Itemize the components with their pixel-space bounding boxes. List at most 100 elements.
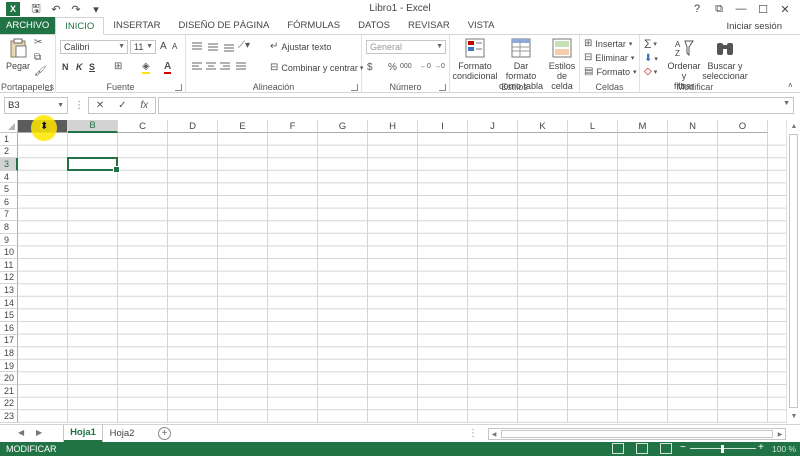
italic-button[interactable]: K bbox=[76, 62, 83, 72]
percent-button[interactable]: % bbox=[388, 62, 397, 73]
row-header-21[interactable]: 21 bbox=[0, 385, 18, 398]
scroll-down-icon[interactable]: ▼ bbox=[787, 410, 800, 423]
undo-icon[interactable]: ↶ bbox=[48, 2, 64, 16]
clipboard-launcher-icon[interactable] bbox=[45, 84, 52, 91]
row-header-22[interactable]: 22 bbox=[0, 397, 18, 411]
active-cell[interactable] bbox=[67, 157, 120, 173]
row-header-11[interactable]: 11 bbox=[0, 259, 18, 272]
column-header-d[interactable]: D bbox=[168, 120, 218, 133]
tab-split-handle[interactable]: ⋮ bbox=[468, 428, 478, 439]
normal-view-icon[interactable] bbox=[612, 443, 624, 454]
row-header-8[interactable]: 8 bbox=[0, 221, 18, 234]
row-header-23[interactable]: 23 bbox=[0, 410, 18, 423]
underline-button[interactable]: S bbox=[89, 62, 95, 72]
collapse-ribbon-icon[interactable]: ˄ bbox=[788, 81, 793, 90]
horizontal-scroll-thumb[interactable] bbox=[501, 430, 773, 438]
ribbon-display-options-icon[interactable]: ⧉ bbox=[708, 0, 730, 18]
orientation-button[interactable]: ⟋▾ bbox=[238, 40, 250, 51]
format-painter-button[interactable]: 🖌 bbox=[34, 66, 47, 77]
row-header-13[interactable]: 13 bbox=[0, 284, 18, 297]
vertical-scrollbar[interactable]: ▲ ▼ bbox=[786, 120, 800, 423]
currency-button[interactable]: $ bbox=[367, 62, 373, 73]
decrease-decimal-button[interactable]: →0 bbox=[434, 63, 445, 70]
row-header-19[interactable]: 19 bbox=[0, 359, 18, 373]
row-header-5[interactable]: 5 bbox=[0, 183, 18, 196]
customize-qat-icon[interactable]: ▾ bbox=[88, 2, 104, 16]
font-color-button[interactable]: A bbox=[164, 61, 172, 74]
autosum-button[interactable]: Σ ▾ bbox=[644, 37, 657, 51]
tab-inicio[interactable]: INICIO bbox=[55, 17, 105, 35]
sheet-prev-icon[interactable]: ◀ bbox=[18, 428, 24, 437]
tab-insertar[interactable]: INSERTAR bbox=[104, 17, 169, 34]
conditional-format-button[interactable]: Formato condicional bbox=[452, 37, 498, 81]
select-all-corner[interactable] bbox=[0, 120, 18, 133]
help-icon[interactable]: ? bbox=[686, 0, 708, 18]
column-header-c[interactable]: C bbox=[118, 120, 168, 133]
comma-style-button[interactable]: 000 bbox=[400, 63, 412, 70]
add-sheet-icon[interactable]: + bbox=[158, 427, 171, 440]
font-launcher-icon[interactable] bbox=[175, 84, 182, 91]
row-header-14[interactable]: 14 bbox=[0, 296, 18, 310]
merge-center-button[interactable]: ⊟ Combinar y centrar ▾ bbox=[270, 62, 363, 73]
grow-font-button[interactable]: A bbox=[160, 41, 167, 52]
column-header-n[interactable]: N bbox=[668, 120, 718, 133]
tab-diseno-pagina[interactable]: DISEÑO DE PÁGINA bbox=[170, 17, 279, 34]
column-header-f[interactable]: F bbox=[268, 120, 318, 133]
delete-cells-button[interactable]: ⊟ Eliminar ▾ bbox=[584, 52, 634, 63]
insert-function-icon[interactable]: fx bbox=[140, 100, 148, 111]
sheet-next-icon[interactable]: ▶ bbox=[36, 428, 42, 437]
save-icon[interactable]: 🖫 bbox=[28, 2, 44, 16]
column-header-g[interactable]: G bbox=[318, 120, 368, 133]
formula-bar-resize-handle[interactable]: ⋮ bbox=[74, 100, 84, 111]
column-header-o[interactable]: O bbox=[718, 120, 768, 133]
horizontal-align-icons[interactable] bbox=[192, 62, 256, 72]
tab-revisar[interactable]: REVISAR bbox=[399, 17, 459, 34]
zoom-in-icon[interactable]: + bbox=[758, 442, 764, 453]
cut-button[interactable]: ✂ bbox=[34, 37, 42, 48]
column-header-b[interactable]: B bbox=[68, 120, 118, 133]
expand-formula-bar-icon[interactable]: ▼ bbox=[783, 100, 790, 107]
column-header-l[interactable]: L bbox=[568, 120, 618, 133]
column-header-i[interactable]: I bbox=[418, 120, 468, 133]
maximize-icon[interactable]: ☐ bbox=[752, 0, 774, 18]
vertical-scroll-thumb[interactable] bbox=[789, 134, 798, 408]
wrap-text-button[interactable]: ↵ Ajustar texto bbox=[270, 41, 331, 52]
sheet-tab-hoja1[interactable]: Hoja1 bbox=[64, 425, 102, 442]
column-header-h[interactable]: H bbox=[368, 120, 418, 133]
row-header-10[interactable]: 10 bbox=[0, 246, 18, 259]
fill-button[interactable]: ⬇ ▾ bbox=[644, 53, 658, 64]
row-header-20[interactable]: 20 bbox=[0, 372, 18, 385]
horizontal-scrollbar[interactable]: ◀ ▶ bbox=[488, 428, 786, 440]
row-header-18[interactable]: 18 bbox=[0, 347, 18, 360]
row-header-16[interactable]: 16 bbox=[0, 322, 18, 335]
row-header-4[interactable]: 4 bbox=[0, 170, 18, 184]
scroll-up-icon[interactable]: ▲ bbox=[787, 120, 800, 133]
shrink-font-button[interactable]: A bbox=[172, 42, 177, 51]
tab-datos[interactable]: DATOS bbox=[349, 17, 399, 34]
sign-in-link[interactable]: Iniciar sesión bbox=[727, 21, 782, 32]
number-format-dropdown[interactable]: General ▼ bbox=[366, 40, 446, 54]
zoom-slider-thumb[interactable] bbox=[721, 445, 724, 453]
tab-formulas[interactable]: FÓRMULAS bbox=[278, 17, 349, 34]
row-header-6[interactable]: 6 bbox=[0, 196, 18, 209]
number-launcher-icon[interactable] bbox=[439, 84, 446, 91]
row-header-7[interactable]: 7 bbox=[0, 208, 18, 222]
row-header-2[interactable]: 2 bbox=[0, 145, 18, 159]
row-header-17[interactable]: 17 bbox=[0, 334, 18, 348]
row-header-1[interactable]: 1 bbox=[0, 133, 18, 146]
fill-color-button[interactable]: ◈ bbox=[142, 61, 150, 74]
tab-vista[interactable]: VISTA bbox=[459, 17, 504, 34]
format-cells-button[interactable]: ▤ Formato ▾ bbox=[584, 66, 636, 77]
name-box[interactable]: B3 ▼ bbox=[4, 97, 68, 114]
scroll-left-icon[interactable]: ◀ bbox=[489, 429, 499, 439]
sheet-tab-hoja2[interactable]: Hoja2 bbox=[104, 425, 140, 442]
worksheet-grid[interactable]: ABCDEFGHIJKLMNO1234567891011121314151617… bbox=[0, 120, 786, 423]
clear-button[interactable]: ◇ ▾ bbox=[644, 66, 657, 77]
cancel-icon[interactable]: ✕ bbox=[96, 100, 104, 111]
page-break-view-icon[interactable] bbox=[660, 443, 672, 454]
find-select-button[interactable]: Buscar y seleccionar bbox=[702, 37, 748, 81]
row-header-3[interactable]: 3 bbox=[0, 158, 18, 171]
bold-button[interactable]: N bbox=[62, 62, 69, 72]
border-button[interactable]: ⊞ bbox=[114, 61, 122, 72]
copy-button[interactable]: ⧉ bbox=[34, 52, 41, 63]
